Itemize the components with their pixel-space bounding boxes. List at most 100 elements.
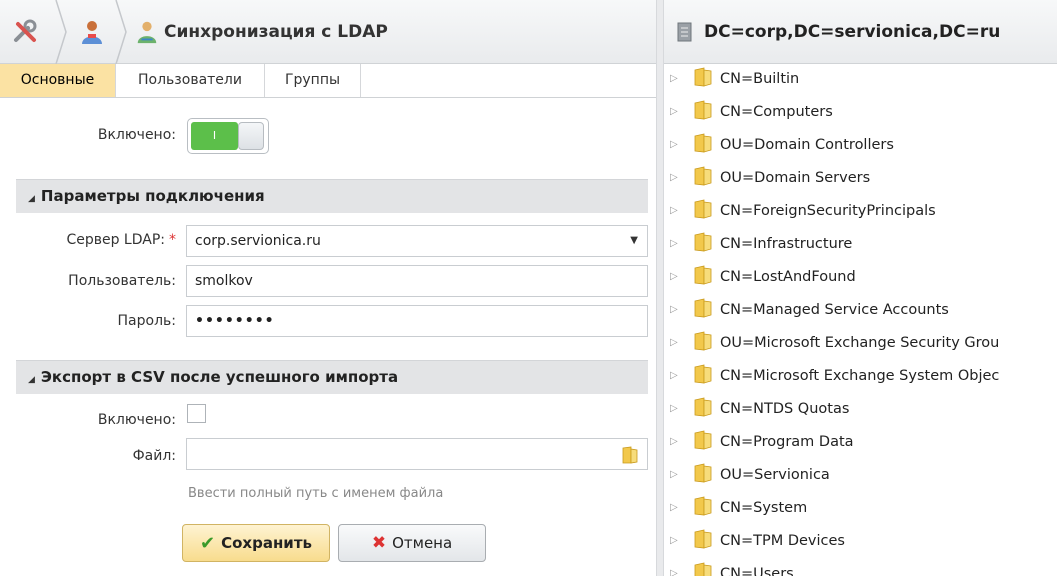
export-enabled-checkbox[interactable] (187, 404, 206, 423)
export-section-header[interactable]: ◢ Экспорт в CSV после успешного импорта (16, 360, 648, 394)
expand-arrow-icon[interactable]: ▷ (670, 139, 686, 150)
tree-header: DC=corp,DC=servionica,DC=ru (664, 0, 1057, 64)
user-label: Пользователь: (68, 273, 176, 289)
expand-arrow-icon[interactable]: ▷ (670, 502, 686, 513)
folder-icon (694, 463, 712, 487)
save-button-label: Сохранить (221, 534, 312, 552)
panel-splitter[interactable] (656, 0, 664, 576)
breadcrumb: Синхронизация с LDAP (0, 0, 656, 64)
expand-arrow-icon[interactable]: ▷ (670, 271, 686, 282)
expand-arrow-icon[interactable]: ▷ (670, 106, 686, 117)
expand-arrow-icon[interactable]: ▷ (670, 370, 686, 381)
export-section-title: Экспорт в CSV после успешного импорта (40, 368, 399, 386)
collapse-triangle-icon: ◢ (28, 375, 35, 385)
tab-main[interactable]: Основные (0, 64, 116, 97)
connection-section-title: Параметры подключения (40, 187, 265, 205)
required-mark: * (169, 232, 176, 248)
expand-arrow-icon[interactable]: ▷ (670, 436, 686, 447)
folder-browse-icon[interactable] (622, 445, 638, 475)
tree-item-label: CN=Computers (720, 103, 833, 120)
toggle-on-indicator: I (191, 122, 238, 150)
tree-item[interactable]: ▷ OU=Servionica (664, 458, 1057, 491)
tools-icon[interactable] (12, 0, 40, 64)
expand-arrow-icon[interactable]: ▷ (670, 568, 686, 576)
tree-item[interactable]: ▷ CN=Users (664, 557, 1057, 576)
tree-item[interactable]: ▷ CN=NTDS Quotas (664, 392, 1057, 425)
folder-icon (694, 298, 712, 322)
tree-item-label: CN=System (720, 499, 808, 516)
folder-icon (694, 100, 712, 124)
tree-item[interactable]: ▷ CN=System (664, 491, 1057, 524)
cancel-button-label: Отмена (392, 534, 453, 552)
connection-section-header[interactable]: ◢ Параметры подключения (16, 179, 648, 213)
tab-groups[interactable]: Группы (265, 64, 361, 97)
server-label: Сервер LDAP: * (10, 232, 176, 248)
expand-arrow-icon[interactable]: ▷ (670, 337, 686, 348)
tree-item[interactable]: ▷ CN=Program Data (664, 425, 1057, 458)
tree-item[interactable]: ▷ CN=ForeignSecurityPrincipals (664, 194, 1057, 227)
server-select-value: corp.servionica.ru (195, 233, 321, 249)
password-label: Пароль: (117, 313, 176, 329)
folder-icon (694, 166, 712, 190)
file-hint: Ввести полный путь с именем файла (188, 486, 444, 501)
expand-arrow-icon[interactable]: ▷ (670, 73, 686, 84)
page-title: Синхронизация с LDAP (164, 22, 388, 42)
tree-item[interactable]: ▷ CN=Microsoft Exchange System Objec (664, 359, 1057, 392)
expand-arrow-icon[interactable]: ▷ (670, 172, 686, 183)
folder-icon (694, 331, 712, 355)
user-input[interactable]: smolkov (186, 265, 648, 297)
chevron-down-icon[interactable]: ▼ (630, 226, 638, 256)
collapse-triangle-icon: ◢ (28, 194, 35, 204)
save-button[interactable]: ✔ Сохранить (182, 524, 330, 562)
tree-item-label: CN=Managed Service Accounts (720, 301, 949, 318)
tree-item[interactable]: ▷ CN=Computers (664, 95, 1057, 128)
folder-icon (694, 232, 712, 256)
folder-icon (694, 430, 712, 454)
tree-item-label: CN=Microsoft Exchange System Objec (720, 367, 1000, 384)
server-select[interactable]: corp.servionica.ru ▼ (186, 225, 648, 257)
server-label-text: Сервер LDAP: (66, 232, 165, 248)
tree-item-label: OU=Domain Controllers (720, 136, 894, 153)
expand-arrow-icon[interactable]: ▷ (670, 238, 686, 249)
ldap-tree-panel: DC=corp,DC=servionica,DC=ru ▷ CN=Builtin ▷… (664, 0, 1057, 576)
folder-icon (694, 529, 712, 553)
expand-arrow-icon[interactable]: ▷ (670, 469, 686, 480)
tree-item-label: CN=TPM Devices (720, 532, 845, 549)
file-input[interactable] (186, 438, 648, 470)
folder-icon (694, 265, 712, 289)
expand-arrow-icon[interactable]: ▷ (670, 205, 686, 216)
tree-item[interactable]: ▷ CN=Builtin (664, 62, 1057, 95)
folder-icon (694, 496, 712, 520)
folder-icon (694, 67, 712, 91)
folder-icon (694, 397, 712, 421)
tree-item-label: CN=Users (720, 565, 794, 576)
tree-item[interactable]: ▷ CN=Infrastructure (664, 227, 1057, 260)
enabled-toggle[interactable]: I (187, 118, 269, 154)
document-icon (676, 22, 694, 46)
tab-users[interactable]: Пользователи (116, 64, 265, 97)
tree-item-label: OU=Servionica (720, 466, 830, 483)
enabled-label: Включено: (97, 127, 176, 143)
cancel-button[interactable]: ✖ Отмена (338, 524, 486, 562)
tree-item-label: CN=Program Data (720, 433, 854, 450)
toggle-knob[interactable] (238, 122, 264, 150)
password-input[interactable]: •••••••• (186, 305, 648, 337)
tree-item[interactable]: ▷ CN=Managed Service Accounts (664, 293, 1057, 326)
users-icon[interactable] (78, 0, 106, 64)
expand-arrow-icon[interactable]: ▷ (670, 535, 686, 546)
tree-item[interactable]: ▷ CN=LostAndFound (664, 260, 1057, 293)
ldap-sync-panel: Синхронизация с LDAP Основные Пользовате… (0, 0, 656, 576)
folder-icon (694, 562, 712, 576)
tree-title: DC=corp,DC=servionica,DC=ru (704, 22, 1001, 42)
tree-item-label: CN=Infrastructure (720, 235, 853, 252)
expand-arrow-icon[interactable]: ▷ (670, 403, 686, 414)
tree-item[interactable]: ▷ CN=TPM Devices (664, 524, 1057, 557)
tab-bar: Основные Пользователи Группы (0, 64, 656, 98)
tree-item[interactable]: ▷ OU=Domain Servers (664, 161, 1057, 194)
expand-arrow-icon[interactable]: ▷ (670, 304, 686, 315)
tree-item[interactable]: ▷ OU=Domain Controllers (664, 128, 1057, 161)
folder-icon (694, 133, 712, 157)
file-label: Файл: (132, 448, 176, 464)
tree-item[interactable]: ▷ OU=Microsoft Exchange Security Grou (664, 326, 1057, 359)
tree-item-label: CN=Builtin (720, 70, 800, 87)
